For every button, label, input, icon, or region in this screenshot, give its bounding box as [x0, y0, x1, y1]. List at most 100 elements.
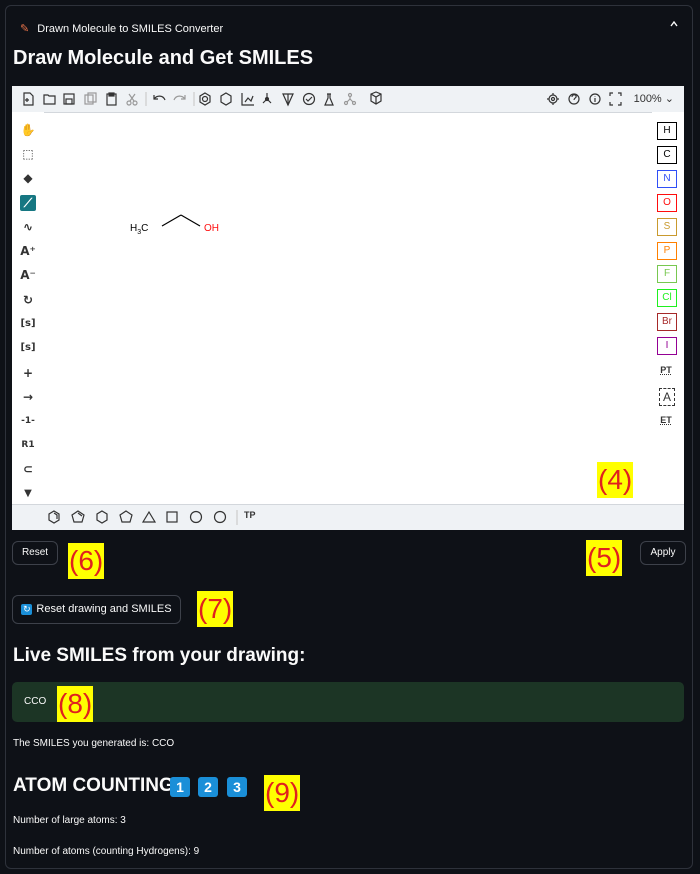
settings-icon[interactable]	[547, 93, 559, 105]
molecule-drawing	[161, 214, 201, 227]
bond-2	[180, 214, 201, 227]
charge-plus-icon[interactable]: A⁺	[20, 243, 36, 259]
copy-icon[interactable]	[84, 92, 97, 105]
check-icon[interactable]	[302, 92, 316, 106]
smiles-output-box: CCO	[12, 682, 684, 722]
cyclooctane-icon[interactable]	[213, 510, 227, 524]
element-p-button[interactable]: P	[657, 242, 677, 260]
right-toolbar: H C N O S P F Cl Br I PT A ET	[652, 112, 684, 504]
annotation-7: (7)	[197, 591, 234, 627]
apply-button[interactable]: Apply	[640, 541, 686, 565]
element-br-button[interactable]: Br	[657, 313, 677, 331]
pencil-icon: ✎	[20, 23, 30, 35]
large-atoms-count: Number of large atoms: 3	[13, 815, 126, 826]
undo-icon[interactable]	[153, 95, 166, 101]
reset-button[interactable]: Reset	[12, 541, 58, 565]
stereo-icon[interactable]	[343, 92, 357, 106]
chevron-down-icon: ⌄	[664, 93, 674, 105]
all-atoms-count: Number of atoms (counting Hydrogens): 9	[13, 846, 200, 857]
bottom-toolbar: TP	[12, 504, 684, 530]
bond-1	[161, 214, 182, 227]
atom-h3c: H3C	[130, 223, 149, 236]
save-icon[interactable]	[63, 93, 75, 105]
element-o-button[interactable]: O	[657, 194, 677, 212]
element-cl-button[interactable]: Cl	[657, 289, 677, 307]
element-c-button[interactable]: C	[657, 146, 677, 164]
keycap-1-icon: 1	[170, 777, 190, 797]
element-s-button[interactable]: S	[657, 218, 677, 236]
page-title: Draw Molecule and Get SMILES	[13, 47, 314, 69]
element-f-button[interactable]: F	[657, 265, 677, 283]
live-smiles-heading: Live SMILES from your drawing:	[13, 645, 306, 666]
open-icon[interactable]	[43, 94, 56, 105]
new-file-icon[interactable]	[23, 92, 34, 106]
generated-smiles-text: The SMILES you generated is: CCO	[13, 738, 175, 749]
expander-header[interactable]: ✎ Drawn Molecule to SMILES Converter	[20, 22, 223, 35]
element-n-button[interactable]: N	[657, 170, 677, 188]
benzene-icon[interactable]	[48, 510, 60, 524]
cycloheptane-icon[interactable]	[189, 510, 203, 524]
template-library-button[interactable]: TP	[244, 510, 256, 520]
expander-title: Drawn Molecule to SMILES Converter	[37, 23, 224, 35]
annotation-5: (5)	[586, 540, 623, 576]
cut-icon[interactable]	[126, 93, 138, 106]
keycap-2-icon: 2	[198, 777, 218, 797]
rgroup-icon[interactable]: R1	[20, 437, 36, 453]
cyclopentane-icon[interactable]	[119, 510, 133, 523]
refresh-icon: ↻	[21, 603, 33, 615]
extended-table-button[interactable]: ET	[656, 412, 676, 428]
smiles-value: CCO	[24, 696, 47, 707]
cyclohexane-icon[interactable]	[96, 510, 108, 524]
hand-icon[interactable]: ✋	[20, 122, 36, 138]
collapse-chevron-icon[interactable]	[670, 18, 678, 30]
periodic-table-button[interactable]: PT	[656, 362, 676, 378]
sgroup-icon[interactable]: [s]	[20, 316, 36, 332]
ketcher-editor: 100% ⌄ ✋ ⬚ ◆ ⟋ ∿ A⁺ A⁻ ↻ [s] [s] + → -1-…	[12, 86, 684, 530]
element-h-button[interactable]: H	[657, 122, 677, 140]
annotation-4: (4)	[597, 462, 634, 498]
cyclopropane-icon[interactable]	[141, 510, 157, 523]
clean-icon[interactable]	[262, 93, 272, 104]
layout-icon[interactable]	[241, 93, 254, 106]
rgroup-label-icon[interactable]: -1-	[20, 413, 36, 429]
zoom-select[interactable]: 100% ⌄	[634, 92, 674, 105]
calculate-icon[interactable]	[324, 93, 334, 106]
atom-oh: OH	[204, 223, 219, 234]
text-tool-button[interactable]: A	[659, 388, 675, 406]
help-icon[interactable]	[568, 93, 580, 105]
plus-icon[interactable]: +	[20, 365, 36, 381]
paste-icon[interactable]	[106, 92, 117, 106]
charge-minus-icon[interactable]: A⁻	[20, 267, 36, 283]
shape-icon[interactable]: ⊂	[20, 461, 36, 477]
cyclobutane-icon[interactable]	[166, 511, 178, 523]
fullscreen-icon[interactable]	[609, 92, 622, 106]
arrow-icon[interactable]: →	[20, 389, 36, 405]
aromatize-icon[interactable]	[199, 92, 211, 106]
3d-view-icon[interactable]	[282, 93, 294, 107]
annotation-8: (8)	[57, 686, 94, 722]
zoom-value: 100%	[633, 93, 662, 105]
cube-icon[interactable]	[370, 91, 382, 105]
sgroup-plus-icon[interactable]: [s]	[20, 340, 36, 356]
chain-icon[interactable]: ∿	[20, 219, 36, 235]
element-i-button[interactable]: I	[657, 337, 677, 355]
eraser-icon[interactable]: ◆	[20, 170, 36, 186]
drawing-canvas[interactable]: H3C OH (4)	[44, 112, 652, 504]
top-toolbar-icons	[23, 91, 622, 107]
dearomatize-icon[interactable]	[220, 92, 232, 106]
cyclopentadiene-icon[interactable]	[71, 510, 85, 523]
select-icon[interactable]: ⬚	[20, 146, 36, 162]
reset-drawing-label: Reset drawing and SMILES	[36, 603, 172, 615]
left-toolbar: ✋ ⬚ ◆ ⟋ ∿ A⁺ A⁻ ↻ [s] [s] + → -1- R1 ⊂ ▼	[12, 112, 44, 504]
atom-counting-heading: ATOM COUNTING	[13, 775, 174, 796]
annotation-9: (9)	[264, 775, 301, 811]
more-icon[interactable]: ▼	[20, 486, 36, 502]
reset-drawing-button[interactable]: ↻ Reset drawing and SMILES	[12, 595, 181, 624]
redo-icon[interactable]	[173, 95, 186, 101]
annotation-6: (6)	[68, 543, 105, 579]
info-icon[interactable]	[589, 93, 601, 105]
bond-icon[interactable]: ⟋	[20, 195, 36, 211]
keycap-3-icon: 3	[227, 777, 247, 797]
bottom-shapes	[48, 510, 238, 525]
rotate-icon[interactable]: ↻	[20, 292, 36, 308]
